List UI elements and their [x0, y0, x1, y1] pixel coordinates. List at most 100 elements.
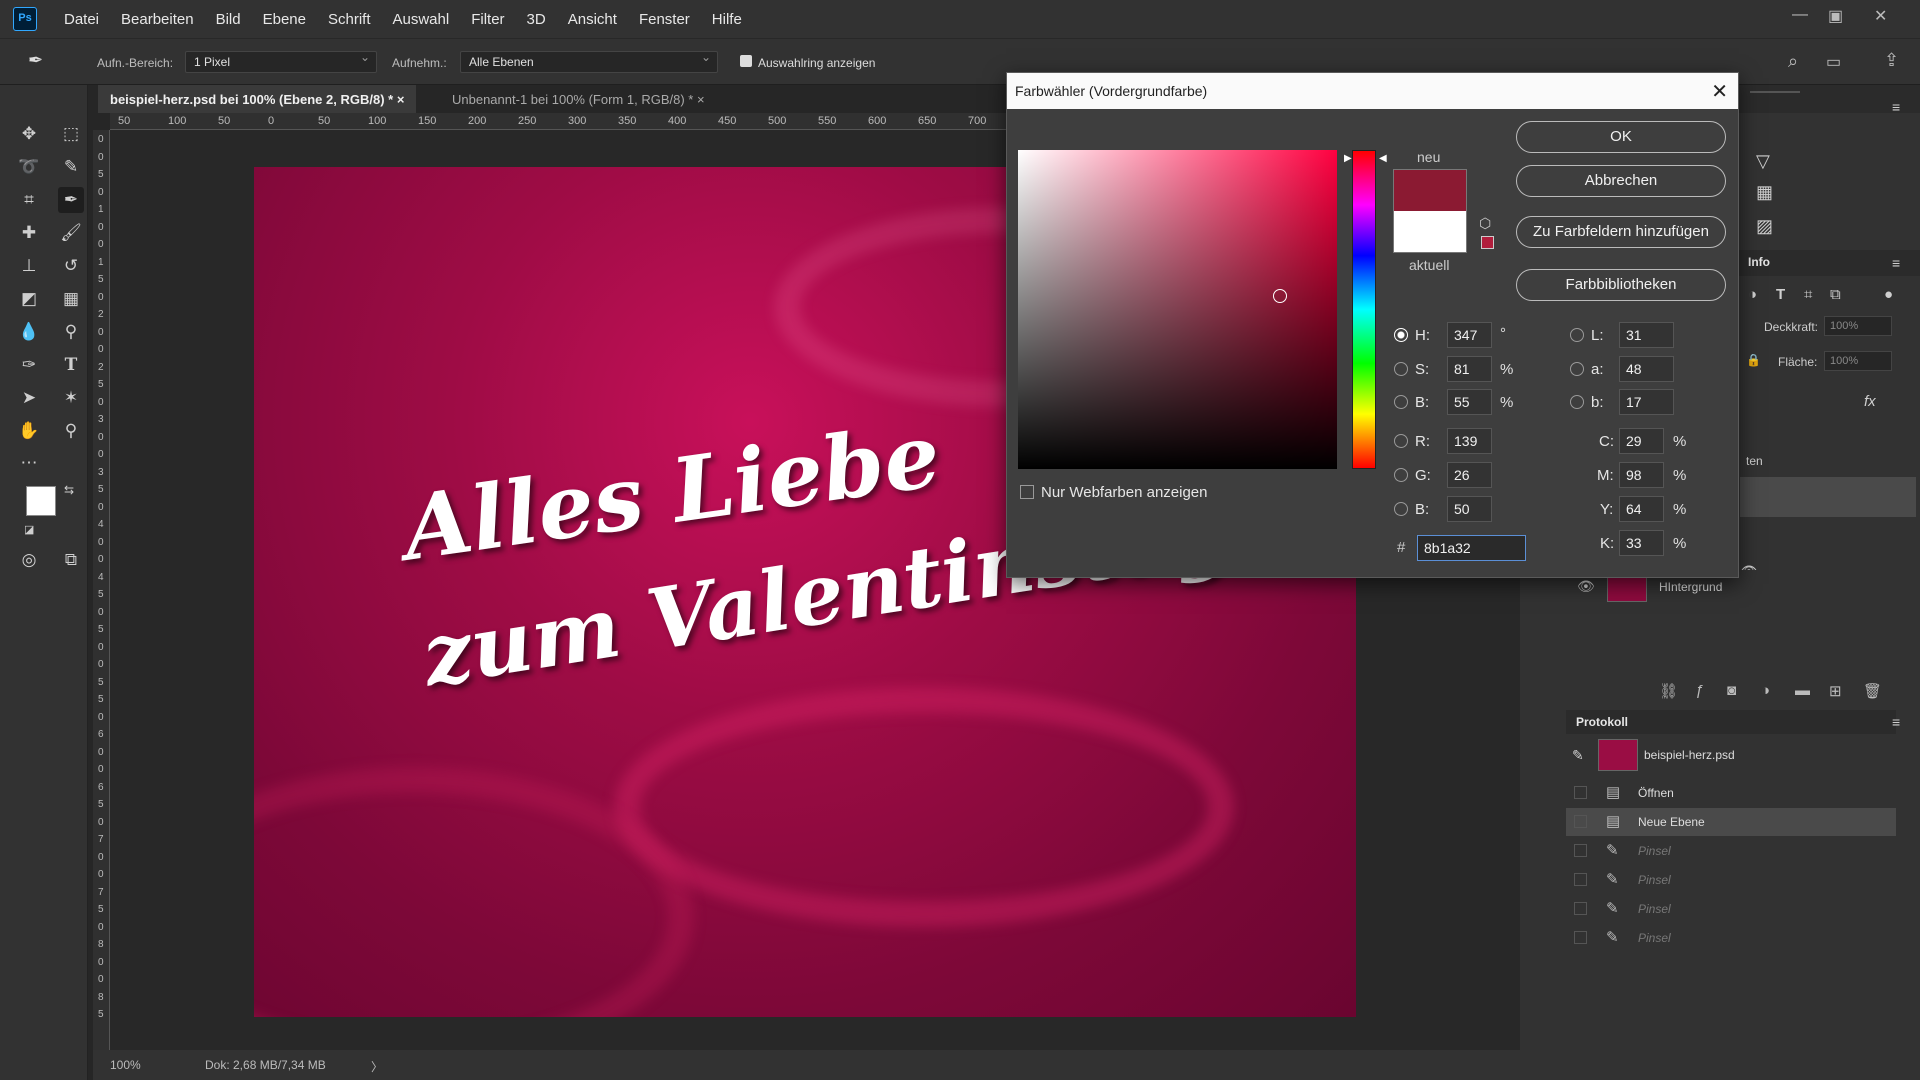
adjustment-layer-icon[interactable]: ◑ — [1761, 682, 1770, 699]
eraser-tool-icon[interactable]: ◩ — [16, 286, 42, 312]
menu-datei[interactable]: Datei — [64, 11, 99, 28]
brightness-input[interactable]: 55 — [1447, 389, 1492, 415]
quick-mask-icon[interactable]: ◎ — [16, 547, 42, 573]
saturation-brightness-field[interactable] — [1018, 150, 1337, 469]
gradient-map-icon[interactable]: ▨ — [1756, 216, 1773, 237]
history-state-row[interactable]: ✎ Pinsel — [1566, 924, 1896, 952]
sample-layers-dropdown[interactable]: Alle Ebenen — [460, 50, 718, 73]
menu-ebene[interactable]: Ebene — [263, 11, 306, 28]
menu-fenster[interactable]: Fenster — [639, 11, 690, 28]
history-state-row[interactable]: ✎ Pinsel — [1566, 837, 1896, 865]
black-input[interactable]: 33 — [1619, 530, 1664, 556]
show-ring-checkbox[interactable] — [740, 55, 752, 67]
history-state-row[interactable]: ✎ Pinsel — [1566, 866, 1896, 894]
move-tool-icon[interactable]: ✥ — [16, 121, 42, 147]
menu-schrift[interactable]: Schrift — [328, 11, 371, 28]
eyedropper-tool-preset-icon[interactable]: ✒ — [28, 50, 43, 71]
blue-input[interactable]: 50 — [1447, 496, 1492, 522]
sample-size-dropdown[interactable]: 1 Pixel — [185, 50, 377, 73]
foreground-color-swatch[interactable] — [26, 486, 56, 516]
add-mask-icon[interactable]: ◙ — [1727, 682, 1736, 699]
lab-a-radio[interactable] — [1570, 362, 1584, 376]
history-source-checkbox[interactable] — [1574, 931, 1587, 944]
filter-toggle-icon[interactable]: ● — [1884, 286, 1893, 303]
marquee-tool-icon[interactable]: ⬚ — [58, 121, 84, 147]
yellow-input[interactable]: 64 — [1619, 496, 1664, 522]
hue-slider-right-arrow-icon[interactable]: ◀ — [1379, 153, 1387, 164]
add-to-swatches-button[interactable]: Zu Farbfeldern hinzufügen — [1516, 216, 1726, 248]
swap-colors-icon[interactable]: ⇆ — [64, 483, 74, 497]
menu-3d[interactable]: 3D — [527, 11, 546, 28]
ok-button[interactable]: OK — [1516, 121, 1726, 153]
delete-layer-icon[interactable]: 🗑 — [1863, 682, 1882, 700]
color-field-marker[interactable] — [1273, 289, 1287, 303]
history-source-checkbox[interactable] — [1574, 815, 1587, 828]
info-tab[interactable]: Info — [1748, 255, 1770, 269]
tab-unbenannt[interactable]: Unbenannt-1 bei 100% (Form 1, RGB/8) * × — [440, 85, 717, 113]
path-selection-tool-icon[interactable]: ➤ — [16, 385, 42, 411]
gradient-tool-icon[interactable]: ▦ — [58, 286, 84, 312]
filter-adjustment-icon[interactable]: ◑ — [1748, 286, 1757, 303]
menu-bild[interactable]: Bild — [216, 11, 241, 28]
history-source-checkbox[interactable] — [1574, 786, 1587, 799]
cancel-button[interactable]: Abbrechen — [1516, 165, 1726, 197]
panel-menu-icon[interactable]: ≡ — [1892, 99, 1900, 115]
green-input[interactable]: 26 — [1447, 462, 1492, 488]
brightness-radio[interactable] — [1394, 395, 1408, 409]
new-group-icon[interactable]: ▬ — [1795, 682, 1810, 699]
history-snapshot-row[interactable]: ✎ beispiel-herz.psd — [1566, 738, 1896, 774]
fx-icon[interactable]: fx — [1864, 393, 1876, 410]
tab-close-icon[interactable]: × — [697, 92, 705, 107]
history-brush-tool-icon[interactable]: ↺ — [58, 253, 84, 279]
cyan-input[interactable]: 29 — [1619, 428, 1664, 454]
history-brush-source-icon[interactable]: ✎ — [1572, 747, 1584, 764]
filter-type-icon[interactable]: T — [1776, 286, 1785, 303]
hue-slider[interactable] — [1352, 150, 1376, 469]
grid-icon[interactable]: ▦ — [1756, 182, 1773, 203]
green-radio[interactable] — [1394, 468, 1408, 482]
menu-ansicht[interactable]: Ansicht — [568, 11, 617, 28]
saturation-input[interactable]: 81 — [1447, 356, 1492, 382]
status-menu-arrow[interactable]: 〉 — [371, 1058, 383, 1075]
menu-auswahl[interactable]: Auswahl — [393, 11, 450, 28]
lab-a-input[interactable]: 48 — [1619, 356, 1674, 382]
web-colors-checkbox[interactable] — [1020, 485, 1034, 499]
magenta-input[interactable]: 98 — [1619, 462, 1664, 488]
menu-hilfe[interactable]: Hilfe — [712, 11, 742, 28]
dodge-tool-icon[interactable]: ⚲ — [58, 319, 84, 345]
zoom-tool-icon[interactable]: ⚲ — [58, 418, 84, 444]
lab-b-radio[interactable] — [1570, 395, 1584, 409]
blur-tool-icon[interactable]: 💧 — [16, 319, 42, 345]
hue-input[interactable]: 347 — [1447, 322, 1492, 348]
hue-slider-left-arrow-icon[interactable]: ▶ — [1344, 153, 1352, 164]
share-icon[interactable]: ⇪ — [1884, 50, 1899, 71]
type-tool-icon[interactable]: T — [58, 352, 84, 378]
filter-shape-icon[interactable]: ⌗ — [1804, 286, 1812, 303]
close-window-icon[interactable]: ✕ — [1874, 6, 1887, 26]
close-icon[interactable]: ✕ — [1711, 79, 1728, 104]
brush-tool-icon[interactable]: 🖌 — [58, 220, 84, 246]
custom-shape-tool-icon[interactable]: ✶ — [58, 385, 84, 411]
healing-brush-tool-icon[interactable]: ✚ — [16, 220, 42, 246]
lab-l-input[interactable]: 31 — [1619, 322, 1674, 348]
history-state-row[interactable]: ✎ Pinsel — [1566, 895, 1896, 923]
lasso-tool-icon[interactable]: ➰ — [16, 154, 42, 180]
hue-radio[interactable] — [1394, 328, 1408, 342]
lock-icon[interactable]: 🔒 — [1746, 353, 1761, 367]
selected-layer-row[interactable] — [1740, 477, 1916, 517]
more-tools-icon[interactable]: ⋯ — [16, 450, 42, 476]
adjustment-filter-icon[interactable]: ▽ — [1756, 151, 1770, 172]
history-source-checkbox[interactable] — [1574, 844, 1587, 857]
menu-bearbeiten[interactable]: Bearbeiten — [121, 11, 194, 28]
history-state-row[interactable]: ▤ Öffnen — [1566, 779, 1896, 807]
red-input[interactable]: 139 — [1447, 428, 1492, 454]
web-safe-swatch[interactable] — [1481, 236, 1494, 249]
saturation-radio[interactable] — [1394, 362, 1408, 376]
opacity-input[interactable]: 100% — [1824, 316, 1892, 336]
lab-l-radio[interactable] — [1570, 328, 1584, 342]
photoshop-logo-icon[interactable]: Ps — [13, 7, 37, 31]
minimize-icon[interactable]: — — [1792, 6, 1808, 24]
hand-tool-icon[interactable]: ✋ — [16, 418, 42, 444]
search-icon[interactable]: ⌕ — [1788, 51, 1798, 72]
history-state-row[interactable]: ▤ Neue Ebene — [1566, 808, 1896, 836]
